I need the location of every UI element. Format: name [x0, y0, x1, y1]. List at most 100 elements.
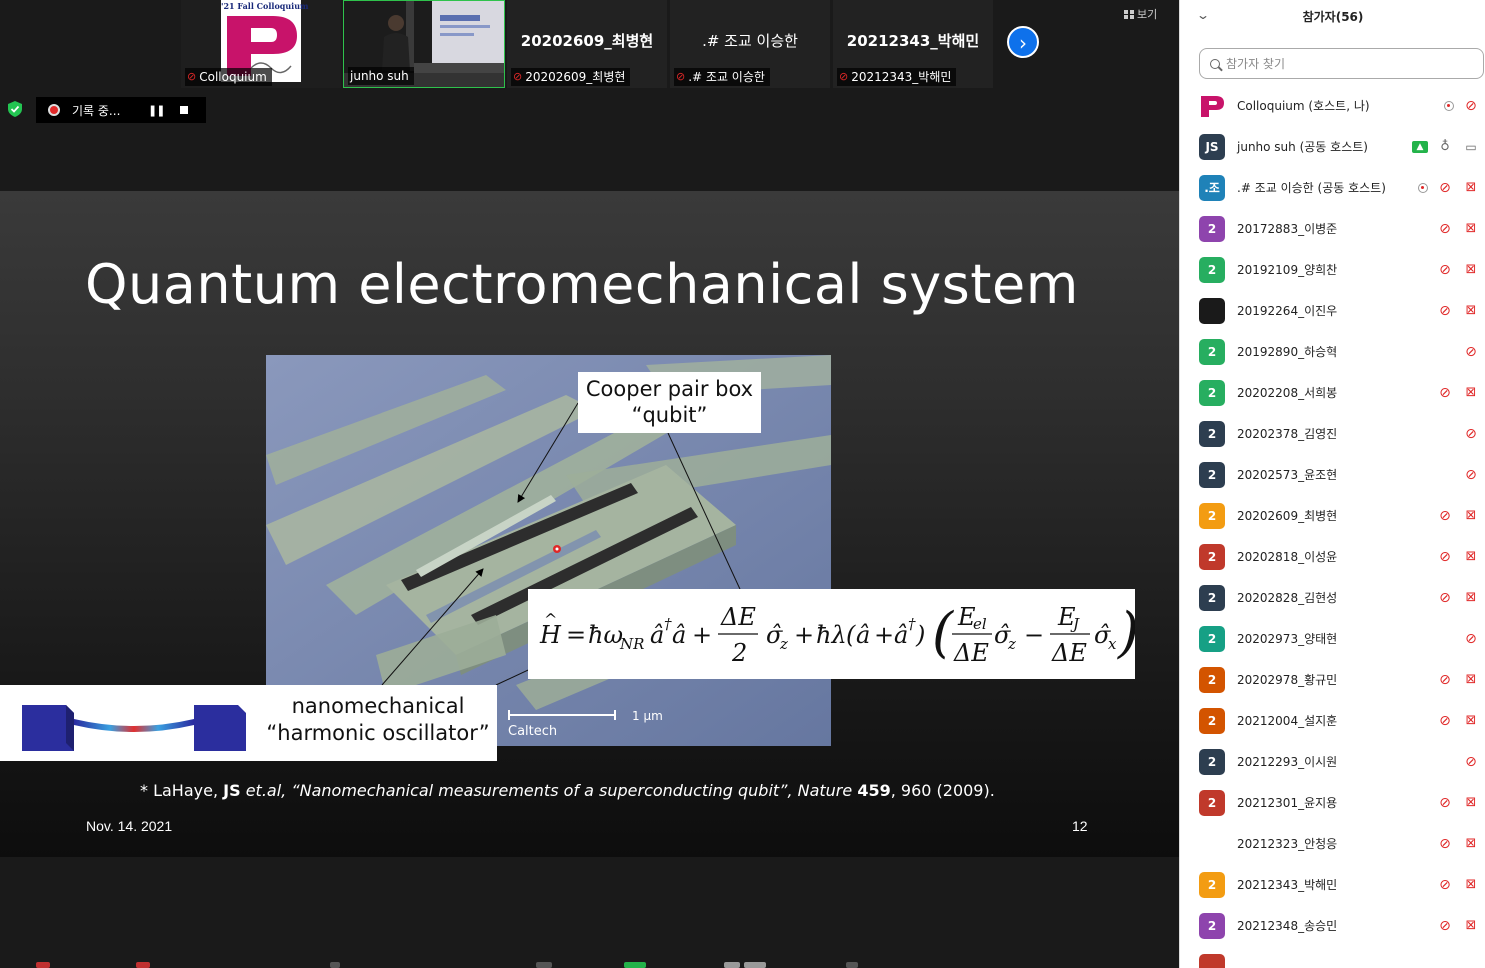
slide-page-number: 12 — [1072, 818, 1088, 834]
toolbar-peek — [0, 958, 1179, 968]
mic-muted-icon: ⊘ — [1439, 179, 1451, 196]
video-tile-participant[interactable]: 20202609_최병현 ⊘ 20202609_최병현 — [507, 0, 667, 88]
video-tile-junho-suh[interactable]: junho suh — [343, 0, 505, 88]
svg-text:ΔE: ΔE — [720, 603, 756, 631]
security-shield-icon[interactable] — [8, 101, 22, 117]
video-off-icon: ⊠ — [1465, 220, 1477, 236]
participant-status-icons: ⊘ ⊠ — [1436, 262, 1480, 278]
recording-indicator: 기록 중... ❚❚ — [36, 97, 206, 123]
mic-muted-icon: ⊘ — [1465, 97, 1477, 114]
svg-text:ΔE: ΔE — [953, 639, 989, 667]
video-off-icon: ⊠ — [1465, 589, 1477, 605]
svg-text:z: z — [1007, 635, 1016, 653]
oscillator-label-text: nanomechanical “harmonic oscillator” — [262, 693, 494, 747]
mic-muted-icon: ⊘ — [1439, 261, 1451, 278]
participant-name: 20212301_윤지용 — [1237, 796, 1338, 810]
participant-status-icons: ⊘ ⊠ — [1436, 303, 1480, 319]
participant-row[interactable]: .조 .# 조교 이승한 (공동 호스트) ⊘ ⊠ — [1180, 167, 1485, 208]
participant-row[interactable]: 2 20212004_설지훈 ⊘ ⊠ — [1180, 700, 1485, 741]
participant-row[interactable]: 2 20212348_송승민 ⊘ ⊠ — [1180, 905, 1485, 946]
scale-bar — [508, 710, 616, 720]
video-off-icon: ⊠ — [1465, 876, 1477, 892]
mic-muted-icon: ⊘ — [1465, 425, 1477, 442]
participant-row[interactable]: Colloquium (호스트, 나) ⊘ — [1180, 85, 1485, 126]
participant-avatar: 2 — [1199, 912, 1225, 939]
participant-avatar: 2 — [1199, 338, 1225, 365]
participant-name: 20202978_황규민 — [1237, 673, 1338, 687]
participant-row[interactable]: 2 20202378_김영진 ⊘ — [1180, 413, 1485, 454]
view-label: 보기 — [1137, 8, 1158, 21]
participant-status-icons: ⊘ ⊠ — [1418, 180, 1480, 196]
view-button[interactable]: 보기 — [1124, 6, 1157, 22]
tile-name-label: ⊘ 20202609_최병현 — [511, 68, 631, 86]
video-tile-colloquium[interactable]: '21 Fall Colloquium ⊘ Colloquium — [181, 0, 341, 88]
svg-text:â: â — [856, 621, 870, 649]
tile-name-label: ⊘ 20212343_박해민 — [837, 68, 957, 86]
participant-row[interactable]: 2 20202818_이성윤 ⊘ ⊠ — [1180, 536, 1485, 577]
participant-row[interactable]: 2 20202609_최병현 ⊘ ⊠ — [1180, 495, 1485, 536]
citation-etal: et.al, — [240, 781, 292, 800]
participant-avatar: JS — [1199, 133, 1225, 160]
participant-search[interactable] — [1199, 48, 1484, 79]
osc-label-line1: nanomechanical — [291, 694, 465, 718]
participant-avatar: 2 — [1199, 256, 1225, 283]
tile-name-text: Colloquium — [199, 70, 267, 84]
mic-muted-icon: ⊘ — [1439, 589, 1451, 606]
mic-muted-icon: ⊘ — [1465, 630, 1477, 647]
hamiltonian-equation: H ^ = ħω NR â † â + ΔE 2 σ̂ z + ħλ (â +… — [528, 589, 1139, 679]
participant-row[interactable]: 2 20212293_이시원 ⊘ — [1180, 741, 1485, 782]
participant-row[interactable]: 2 20202573_윤조현 ⊘ — [1180, 454, 1485, 495]
participant-row[interactable]: 20212323_안청응 ⊘ ⊠ — [1180, 823, 1485, 864]
cooper-pair-box-label: Cooper pair box “qubit” — [578, 372, 761, 433]
tile-center-name: .# 조교 이승한 — [702, 32, 798, 50]
participant-row[interactable]: 2 20212301_윤지용 ⊘ ⊠ — [1180, 782, 1485, 823]
citation-author: JS — [223, 781, 241, 800]
participant-name: 20202609_최병현 — [1237, 509, 1338, 523]
participant-avatar: 2 — [1199, 666, 1225, 693]
participant-row[interactable]: 2 20202978_황규민 ⊘ ⊠ — [1180, 659, 1485, 700]
next-page-button[interactable]: › — [1007, 26, 1039, 58]
video-off-icon: ⊠ — [1465, 671, 1477, 687]
participant-row[interactable]: 2 20192890_하승혁 ⊘ — [1180, 331, 1485, 372]
video-off-icon: ⊠ — [1465, 712, 1477, 728]
participant-search-input[interactable] — [1226, 56, 1466, 71]
participant-avatar: .조 — [1199, 174, 1225, 201]
video-off-icon: ⊠ — [1465, 917, 1477, 933]
citation-rest: , 960 (2009). — [890, 781, 995, 800]
participant-row[interactable]: 20192264_이진우 ⊘ ⊠ — [1180, 290, 1485, 331]
participant-list: Colloquium (호스트, 나) ⊘ JS junho suh (공동 호스트)… — [1180, 85, 1485, 968]
mic-muted-icon: ⊘ — [676, 70, 686, 83]
participant-row[interactable]: JS junho suh (공동 호스트) ▲ ♁ ▭ — [1180, 126, 1485, 167]
video-off-icon: ⊠ — [1465, 548, 1477, 564]
participant-avatar: 2 — [1199, 420, 1225, 447]
participant-row[interactable]: 2 20192109_양희찬 ⊘ ⊠ — [1180, 249, 1485, 290]
pause-recording-button[interactable]: ❚❚ — [148, 104, 165, 117]
participant-avatar: 2 — [1199, 379, 1225, 406]
svg-text:NR: NR — [619, 635, 644, 653]
participant-row[interactable]: 2 20212343_박해민 ⊘ ⊠ — [1180, 864, 1485, 905]
panel-title: 참가자(56) — [1302, 10, 1364, 24]
svg-text:z: z — [779, 635, 788, 653]
participant-row[interactable]: 2 20202973_양태현 ⊘ — [1180, 618, 1485, 659]
stop-recording-button[interactable] — [180, 106, 189, 114]
citation-prefix: * LaHaye, — [140, 781, 224, 800]
participant-name: 20212323_안청응 — [1237, 837, 1338, 851]
svg-text:ΔE: ΔE — [1051, 639, 1087, 667]
participant-row[interactable]: 2 20202828_김현성 ⊘ ⊠ — [1180, 577, 1485, 618]
svg-text:(: ( — [846, 621, 856, 649]
svg-text:â: â — [894, 621, 908, 649]
participant-row[interactable]: 2 20172883_이병준 ⊘ ⊠ — [1180, 208, 1485, 249]
participant-avatar: 2 — [1199, 707, 1225, 734]
video-tile-participant[interactable]: .# 조교 이승한 ⊘ .# 조교 이승한 — [670, 0, 830, 88]
participant-status-icons: ⊘ ⊠ — [1436, 918, 1480, 934]
participant-avatar: 2 — [1199, 584, 1225, 611]
participant-name: 20202208_서희봉 — [1237, 386, 1338, 400]
mic-muted-icon: ⊘ — [1439, 917, 1451, 934]
oscillator-illustration — [22, 705, 246, 751]
participant-row[interactable]: 2 20202208_서희봉 ⊘ ⊠ — [1180, 372, 1485, 413]
participant-status-icons: ⊘ — [1462, 631, 1480, 647]
video-tile-participant[interactable]: 20212343_박해민 ⊘ 20212343_박해민 — [833, 0, 993, 88]
participant-status-icons: ⊘ ⊠ — [1436, 590, 1480, 606]
participant-row[interactable] — [1180, 946, 1485, 968]
mic-muted-icon: ⊘ — [1439, 671, 1451, 688]
